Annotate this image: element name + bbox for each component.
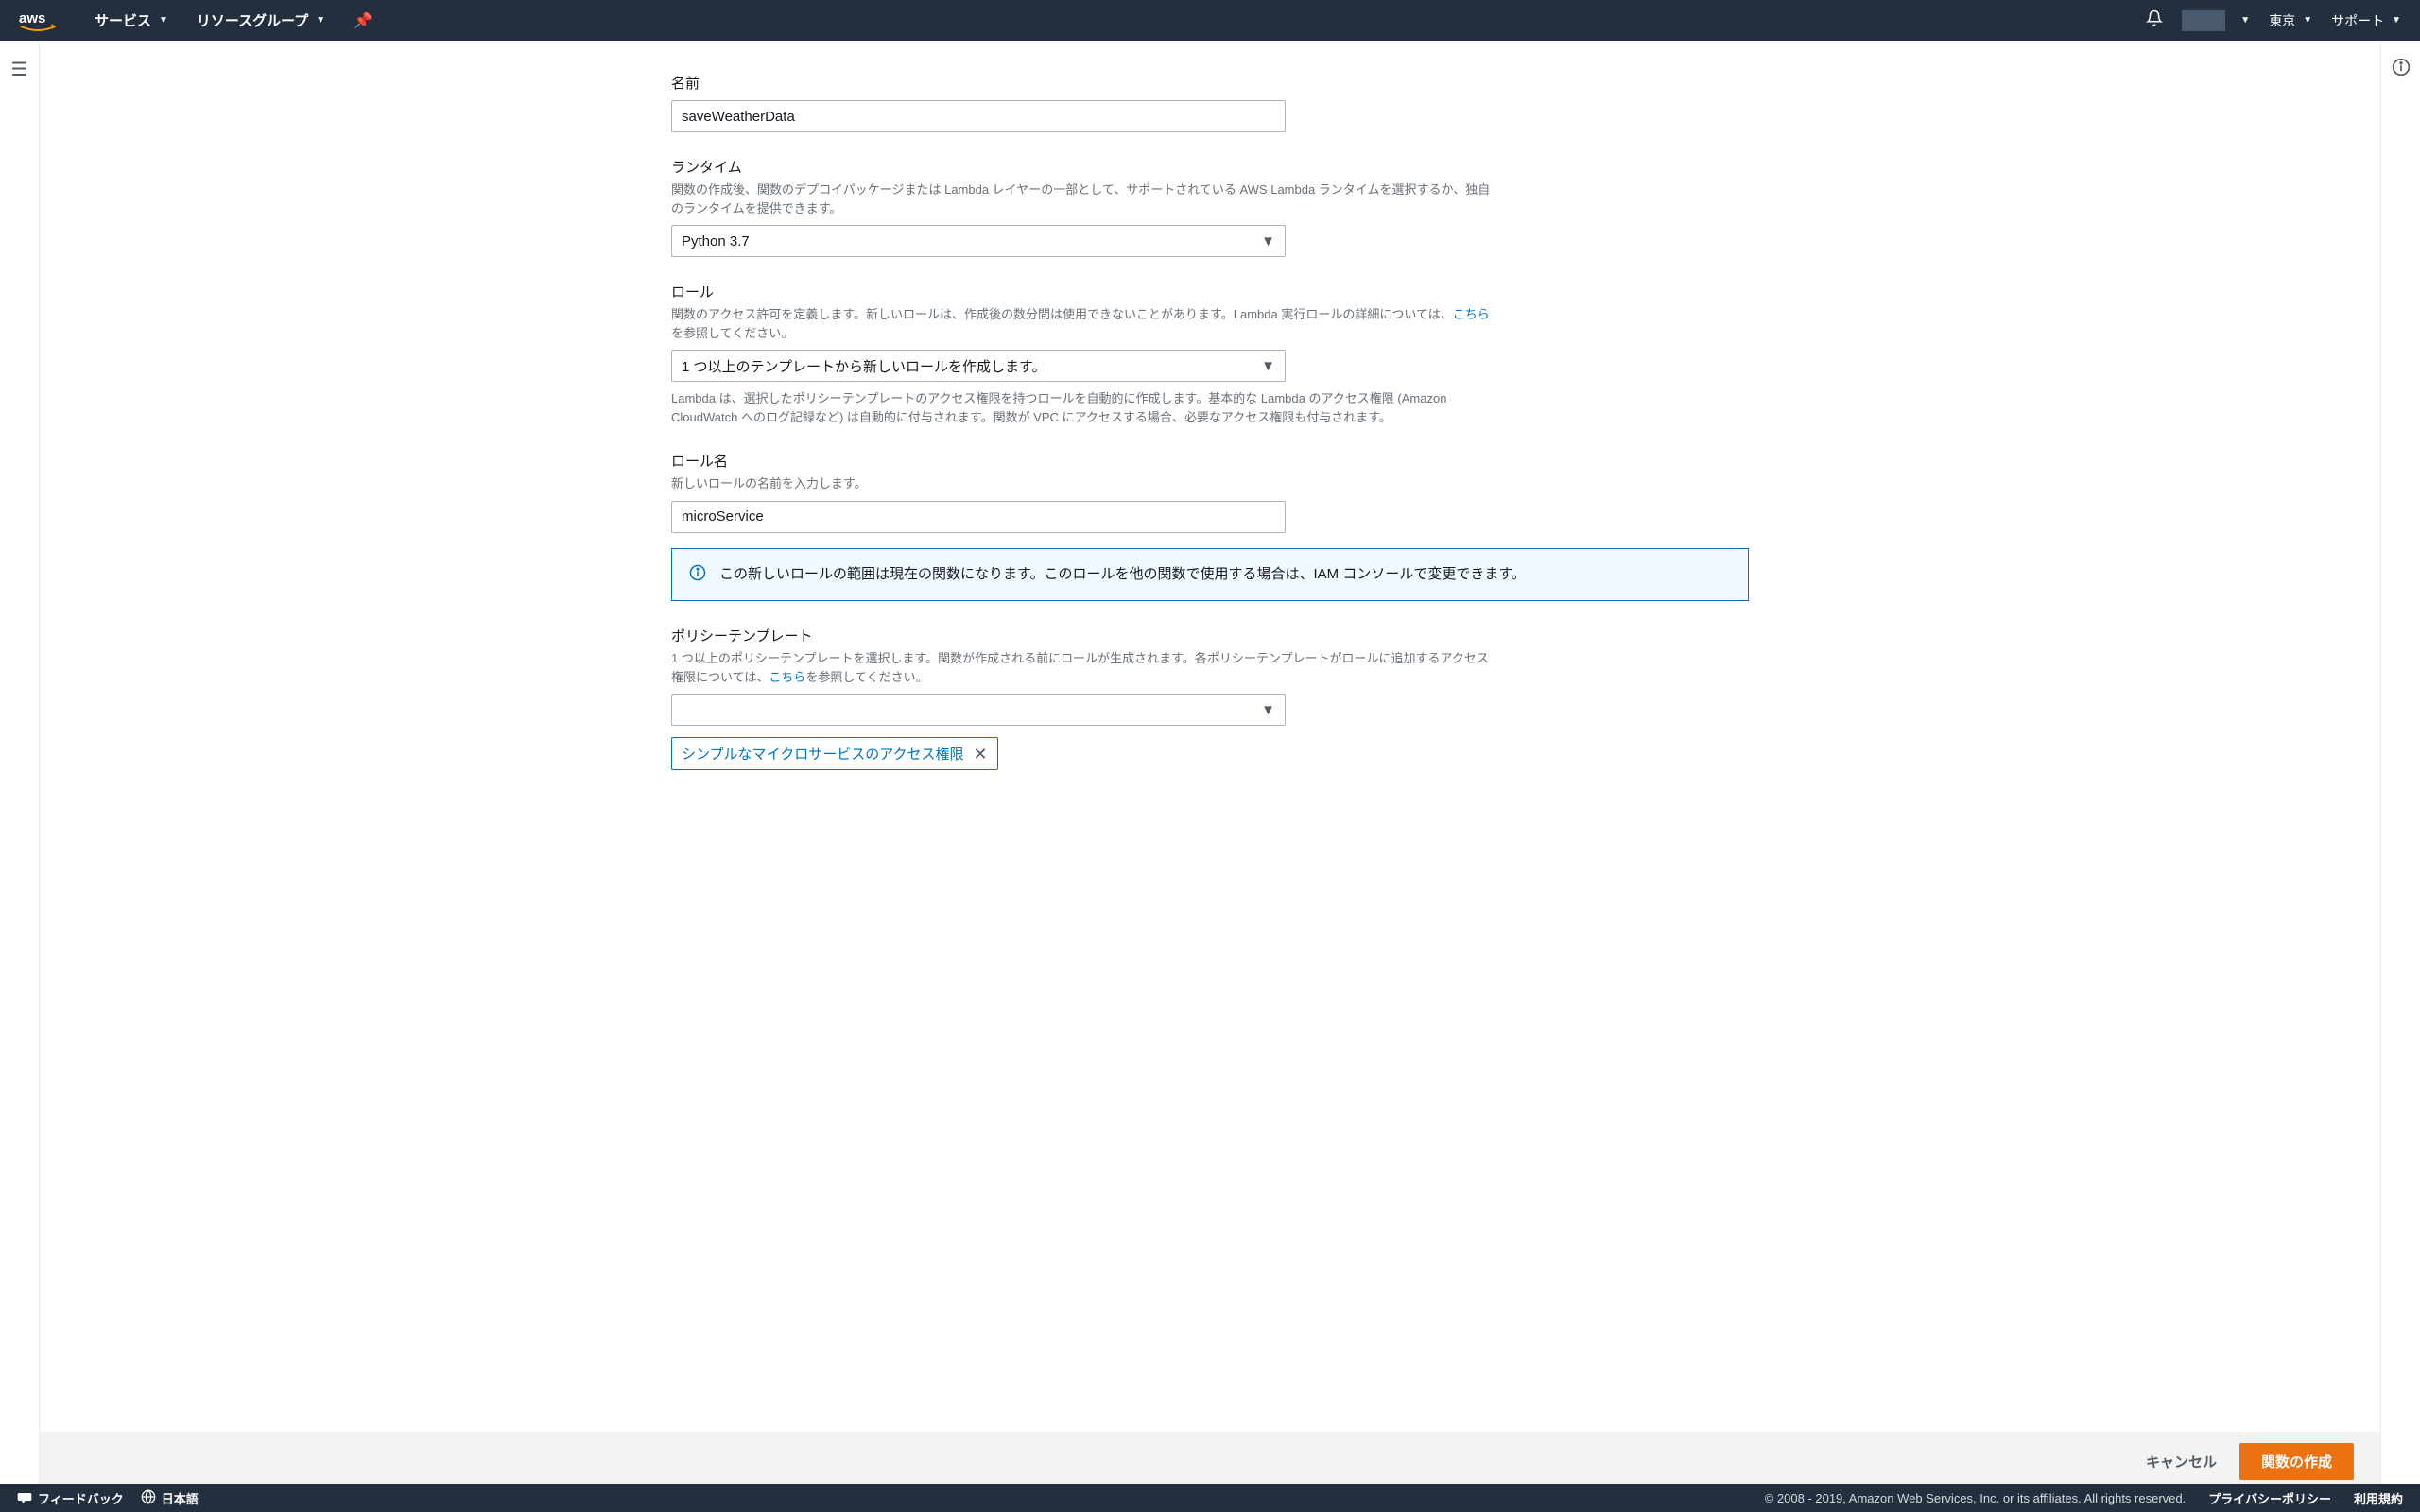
- role-scope-info-box: この新しいロールの範囲は現在の関数になります。このロールを他の関数で使用する場合…: [671, 548, 1749, 602]
- account-placeholder-icon: [2182, 10, 2225, 31]
- footer-language[interactable]: 日本語: [141, 1489, 199, 1507]
- name-input-value: saveWeatherData: [682, 109, 795, 125]
- hamburger-icon[interactable]: ☰: [11, 58, 28, 81]
- role-label: ロール: [671, 282, 1749, 301]
- footer-terms-link[interactable]: 利用規約: [2354, 1489, 2403, 1507]
- cancel-button[interactable]: キャンセル: [2146, 1452, 2217, 1471]
- role-help: 関数のアクセス許可を定義します。新しいロールは、作成後の数分間は使用できないこと…: [671, 305, 1494, 342]
- nav-services[interactable]: サービス ▼: [95, 10, 168, 30]
- role-help-prefix: 関数のアクセス許可を定義します。新しいロールは、作成後の数分間は使用できないこと…: [671, 307, 1453, 321]
- action-bar: キャンセル 関数の作成: [40, 1432, 2380, 1484]
- field-role: ロール 関数のアクセス許可を定義します。新しいロールは、作成後の数分間は使用でき…: [671, 282, 1749, 426]
- nav-pin[interactable]: 📌: [354, 11, 372, 30]
- runtime-select[interactable]: Python 3.7 ▼: [671, 225, 1286, 257]
- nav-account[interactable]: ▼: [2182, 10, 2250, 31]
- caret-down-icon: ▼: [1261, 358, 1275, 374]
- role-name-label: ロール名: [671, 451, 1749, 471]
- runtime-label: ランタイム: [671, 157, 1749, 177]
- footer-feedback-label: フィードバック: [38, 1489, 124, 1507]
- policy-templates-help-link[interactable]: こちら: [769, 670, 805, 684]
- top-nav: aws サービス ▼ リソースグループ ▼ 📌 ▼ 東京 ▼ サポート ▼: [0, 0, 2420, 41]
- app-body: ☰ 名前 saveWeatherData ランタイム 関数の作成後、関数のデプロ…: [0, 41, 2420, 1484]
- info-icon: [689, 564, 706, 584]
- runtime-select-value: Python 3.7: [682, 233, 750, 249]
- nav-resource-groups[interactable]: リソースグループ ▼: [197, 10, 325, 30]
- footer-right: © 2008 - 2019, Amazon Web Services, Inc.…: [1765, 1489, 2403, 1507]
- role-after-help: Lambda は、選択したポリシーテンプレートのアクセス権限を持つロールを自動的…: [671, 389, 1456, 426]
- caret-down-icon: ▼: [1261, 702, 1275, 718]
- policy-templates-help-suffix: を参照してください。: [805, 670, 927, 684]
- name-input[interactable]: saveWeatherData: [671, 100, 1286, 132]
- globe-icon: [141, 1489, 156, 1507]
- footer-copyright: © 2008 - 2019, Amazon Web Services, Inc.…: [1765, 1491, 2187, 1505]
- policy-template-token-label: シンプルなマイクロサービスのアクセス権限: [682, 744, 964, 764]
- role-select-value: 1 つ以上のテンプレートから新しいロールを作成します。: [682, 356, 1046, 376]
- pin-icon: 📌: [354, 11, 372, 30]
- policy-templates-select[interactable]: ▼: [671, 694, 1286, 726]
- footer-feedback[interactable]: フィードバック: [17, 1489, 124, 1507]
- close-icon[interactable]: ✕: [974, 746, 988, 763]
- policy-templates-help: 1 つ以上のポリシーテンプレートを選択します。関数が作成される前にロールが生成さ…: [671, 649, 1494, 686]
- footer-language-label: 日本語: [162, 1489, 199, 1507]
- aws-logo[interactable]: aws: [19, 9, 57, 32]
- footer-privacy-link[interactable]: プライバシーポリシー: [2208, 1489, 2331, 1507]
- caret-down-icon: ▼: [159, 15, 168, 26]
- runtime-help: 関数の作成後、関数のデプロイパッケージまたは Lambda レイヤーの一部として…: [671, 180, 1494, 217]
- footer-left: フィードバック 日本語: [17, 1489, 199, 1507]
- nav-right: ▼ 東京 ▼ サポート ▼: [2146, 9, 2401, 31]
- role-name-input-value: microService: [682, 508, 764, 524]
- right-rail: [2380, 41, 2420, 1484]
- nav-region-label: 東京: [2269, 11, 2295, 30]
- nav-support[interactable]: サポート ▼: [2331, 11, 2401, 30]
- svg-text:aws: aws: [19, 10, 45, 26]
- policy-template-token[interactable]: シンプルなマイクロサービスのアクセス権限 ✕: [671, 737, 998, 770]
- policy-templates-label: ポリシーテンプレート: [671, 626, 1749, 645]
- role-name-help: 新しいロールの名前を入力します。: [671, 474, 1494, 493]
- role-help-suffix: を参照してください。: [671, 326, 793, 340]
- caret-down-icon: ▼: [316, 15, 325, 26]
- info-icon[interactable]: [2392, 58, 2411, 79]
- main-area: 名前 saveWeatherData ランタイム 関数の作成後、関数のデプロイパ…: [40, 41, 2380, 1484]
- nav-region[interactable]: 東京 ▼: [2269, 11, 2312, 30]
- field-policy-templates: ポリシーテンプレート 1 つ以上のポリシーテンプレートを選択します。関数が作成さ…: [671, 626, 1749, 770]
- role-select[interactable]: 1 つ以上のテンプレートから新しいロールを作成します。 ▼: [671, 350, 1286, 382]
- caret-down-icon: ▼: [2392, 15, 2401, 26]
- create-function-panel: 名前 saveWeatherData ランタイム 関数の作成後、関数のデプロイパ…: [633, 73, 1787, 770]
- main-content: 名前 saveWeatherData ランタイム 関数の作成後、関数のデプロイパ…: [40, 41, 2380, 1432]
- footer: フィードバック 日本語 © 2008 - 2019, Amazon Web Se…: [0, 1484, 2420, 1512]
- caret-down-icon: ▼: [2240, 15, 2250, 26]
- info-box-message: この新しいロールの範囲は現在の関数になります。このロールを他の関数で使用する場合…: [719, 564, 1526, 586]
- nav-services-label: サービス: [95, 10, 151, 30]
- nav-support-label: サポート: [2331, 11, 2384, 30]
- field-runtime: ランタイム 関数の作成後、関数のデプロイパッケージまたは Lambda レイヤー…: [671, 157, 1749, 257]
- field-role-name: ロール名 新しいロールの名前を入力します。 microService: [671, 451, 1749, 533]
- left-rail: ☰: [0, 41, 40, 1484]
- role-help-link[interactable]: こちら: [1453, 307, 1490, 321]
- caret-down-icon: ▼: [2303, 15, 2312, 26]
- notifications-icon[interactable]: [2146, 9, 2163, 31]
- field-name: 名前 saveWeatherData: [671, 73, 1749, 132]
- nav-resource-groups-label: リソースグループ: [197, 10, 308, 30]
- caret-down-icon: ▼: [1261, 233, 1275, 249]
- role-name-input[interactable]: microService: [671, 501, 1286, 533]
- create-function-button[interactable]: 関数の作成: [2239, 1443, 2354, 1480]
- name-label: 名前: [671, 73, 1749, 93]
- chat-icon: [17, 1489, 32, 1507]
